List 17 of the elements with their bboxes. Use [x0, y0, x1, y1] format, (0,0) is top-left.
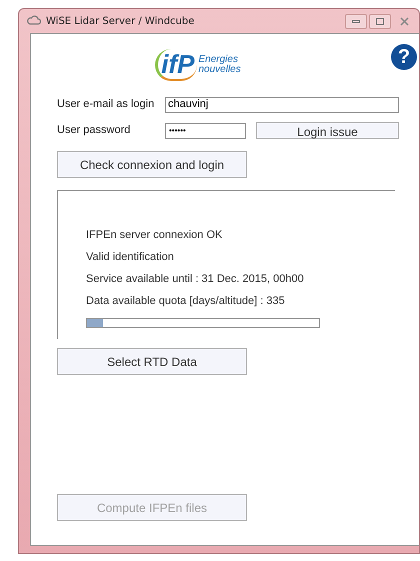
email-field[interactable]: chauvinj	[165, 96, 399, 112]
password-field[interactable]: ••••••	[165, 122, 246, 138]
help-button[interactable]: ?	[391, 44, 417, 70]
status-text: Data available quota [days/altitude] : 335	[86, 294, 286, 308]
maximize-button[interactable]	[369, 14, 391, 28]
minimize-button[interactable]	[345, 14, 367, 28]
status-text: Service available until : 31 Dec. 2015, 00h00	[86, 272, 305, 286]
action-button[interactable]: Select RTD Data	[57, 348, 247, 375]
status-text: IFPEn server connexion OK	[86, 228, 224, 242]
window-title: WiSE Lidar Server / Windcube	[46, 14, 194, 28]
action-button[interactable]: Login issue	[256, 122, 399, 139]
cloud-icon	[27, 15, 41, 27]
status-text: Valid identification	[86, 250, 175, 264]
password-label: User password	[57, 123, 132, 138]
close-icon[interactable]	[400, 16, 408, 26]
action-button[interactable]: Check connexion and login	[57, 151, 247, 178]
email-label: User e-mail as login	[57, 97, 156, 112]
